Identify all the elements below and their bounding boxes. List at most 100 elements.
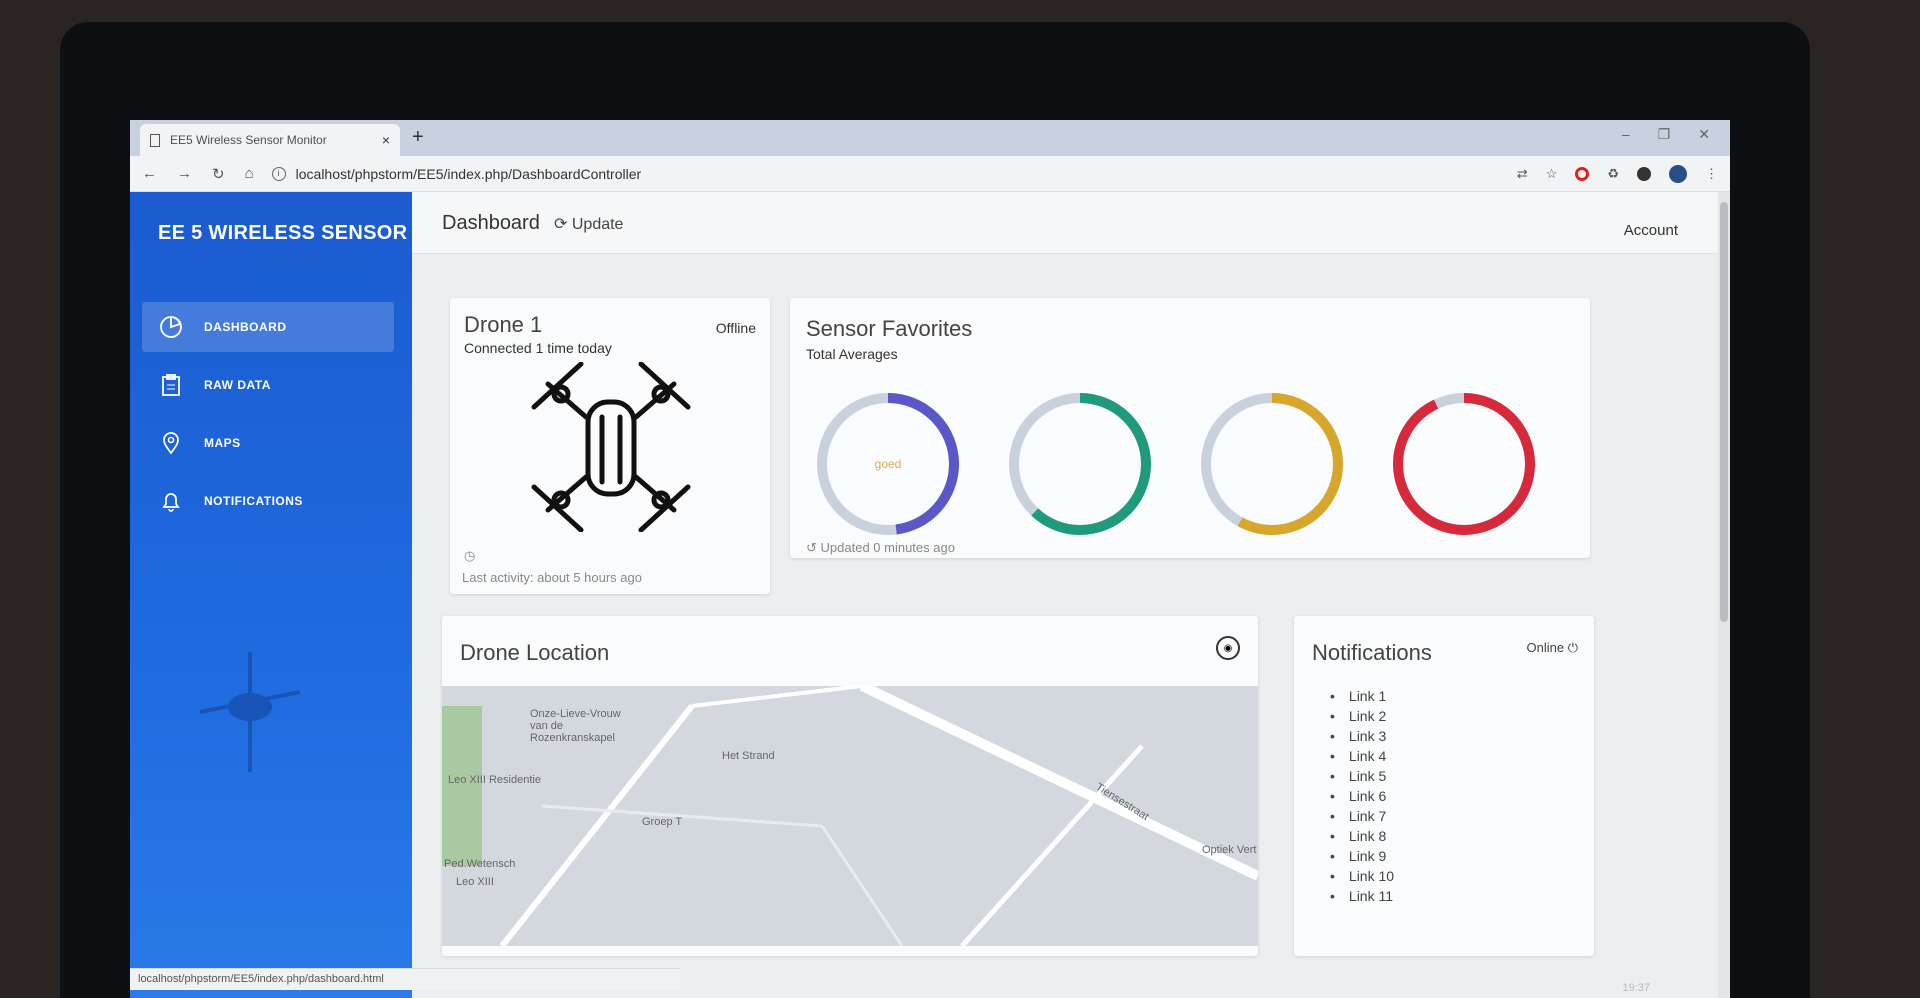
- new-tab-button[interactable]: +: [412, 126, 424, 149]
- ring-center-label: goed: [875, 457, 902, 471]
- notification-link[interactable]: Link 4: [1330, 746, 1394, 766]
- extensions-area: ⇄ ☆ ♻ ⋮: [1517, 164, 1718, 183]
- sidebar-item-dashboard[interactable]: DASHBOARD: [142, 302, 394, 352]
- power-icon: ⏻: [1567, 640, 1578, 655]
- map-view[interactable]: Onze-Lieve-Vrouw van de Rozenkranskapel …: [442, 686, 1258, 946]
- sidebar-item-label: RAW DATA: [204, 378, 271, 392]
- page-title: Dashboard: [442, 212, 540, 234]
- notification-link[interactable]: Link 3: [1330, 726, 1394, 746]
- sensor-ring-1: goed: [817, 393, 959, 535]
- scrollbar-thumb[interactable]: [1720, 202, 1728, 622]
- restore-icon[interactable]: ❐: [1658, 126, 1671, 143]
- sidebar-item-label: DASHBOARD: [204, 320, 287, 334]
- window-controls: – ❐ ✕: [1622, 126, 1710, 143]
- opera-icon[interactable]: [1575, 166, 1590, 181]
- refresh-icon: ⟳: [554, 216, 568, 233]
- drone-title: Drone 1: [464, 312, 543, 337]
- sidebar-item-raw-data[interactable]: RAW DATA: [142, 360, 394, 410]
- extension-icon[interactable]: [1637, 166, 1651, 181]
- notification-link[interactable]: Link 1: [1330, 686, 1394, 706]
- browser-toolbar: ← → ↻ ⌂ i localhost/phpstorm/EE5/index.p…: [130, 156, 1730, 192]
- location-title: Drone Location: [460, 640, 610, 665]
- document-icon: [150, 133, 160, 147]
- close-tab-icon[interactable]: ×: [382, 132, 390, 148]
- notification-link[interactable]: Link 5: [1330, 766, 1394, 786]
- sensor-ring-4: [1393, 393, 1535, 535]
- profile-avatar[interactable]: [1669, 164, 1687, 183]
- menu-kebab-icon[interactable]: ⋮: [1705, 166, 1718, 182]
- online-status: Online ⏻: [1527, 640, 1579, 656]
- map-label: Het Strand: [722, 750, 775, 762]
- info-icon[interactable]: i: [271, 166, 286, 181]
- dashboard-icon: [158, 314, 184, 340]
- drone-connected-text: Connected 1 time today: [464, 340, 612, 356]
- taskbar-clock: 19:37: [1622, 982, 1650, 994]
- notifications-title: Notifications: [1312, 640, 1432, 665]
- sensor-favorites-card: Sensor Favorites Total Averages goed ↺ U…: [790, 298, 1590, 558]
- drone-location-card: Drone Location ◉ Onze-Lieve-Vrouw van de…: [442, 616, 1258, 956]
- sidebar-menu: DASHBOARD RAW DATA MAPS NOTIFICATIONS: [142, 302, 394, 534]
- update-label: Update: [571, 216, 624, 233]
- notification-links: Link 1 Link 2 Link 3 Link 4 Link 5 Link …: [1330, 686, 1394, 906]
- sidebar-item-label: MAPS: [204, 436, 241, 450]
- browser-tab[interactable]: EE5 Wireless Sensor Monitor ×: [140, 124, 400, 156]
- drone-card: Drone 1 Offline Connected 1 time today ◷…: [450, 298, 770, 594]
- url-text: localhost/phpstorm/EE5/index.php/Dashboa…: [295, 165, 642, 182]
- updated-text: ↺ Updated 0 minutes ago: [806, 540, 955, 556]
- map-label: Leo XIII Residentie: [448, 774, 541, 786]
- sidebar-item-notifications[interactable]: NOTIFICATIONS: [142, 476, 394, 526]
- forward-icon[interactable]: →: [177, 165, 192, 183]
- map-label: Groep T: [642, 816, 683, 828]
- sensor-title: Sensor Favorites: [806, 316, 973, 341]
- map-label: Onze-Lieve-Vrouw van de Rozenkranskapel: [530, 708, 621, 744]
- notification-link[interactable]: Link 6: [1330, 786, 1394, 806]
- map-label: Ped.Wetensch: [444, 858, 516, 870]
- notification-link[interactable]: Link 7: [1330, 806, 1394, 826]
- sidebar: EE 5 WIRELESS SENSOR DASHBOARD RAW DATA …: [130, 192, 412, 998]
- online-label: Online: [1526, 640, 1565, 655]
- update-button[interactable]: ⟳ Update: [554, 214, 623, 234]
- notification-link[interactable]: Link 9: [1330, 846, 1394, 866]
- status-bar-url: localhost/phpstorm/EE5/index.php/dashboa…: [130, 968, 680, 990]
- home-icon[interactable]: ⌂: [245, 165, 254, 183]
- drone-silhouette-icon: [199, 652, 301, 772]
- map-pin-icon: [158, 430, 184, 456]
- map-label: Leo XIII: [456, 876, 494, 888]
- history-icon: ↺: [806, 540, 817, 555]
- sensor-ring-2: [1009, 393, 1151, 535]
- clock-icon: ◷: [464, 548, 476, 563]
- top-bar: Dashboard ⟳ Update Account: [412, 192, 1718, 254]
- drone-icon: [531, 362, 691, 532]
- account-link[interactable]: Account: [1624, 222, 1678, 239]
- sensor-subtitle: Total Averages: [806, 346, 898, 362]
- updated-label: Updated 0 minutes ago: [820, 540, 955, 555]
- sidebar-item-maps[interactable]: MAPS: [142, 418, 394, 468]
- back-icon[interactable]: ←: [142, 165, 157, 183]
- tab-title: EE5 Wireless Sensor Monitor: [170, 133, 327, 147]
- last-activity-text: Last activity: about 5 hours ago: [462, 570, 642, 585]
- page-scrollbar[interactable]: [1718, 192, 1730, 998]
- sensor-ring-3: [1201, 393, 1343, 535]
- star-icon[interactable]: ☆: [1546, 166, 1558, 182]
- recycle-icon[interactable]: ♻: [1607, 166, 1619, 182]
- sidebar-item-label: NOTIFICATIONS: [204, 494, 303, 508]
- notification-link[interactable]: Link 10: [1330, 866, 1394, 886]
- translate-icon[interactable]: ⇄: [1517, 166, 1528, 182]
- bell-icon: [158, 488, 184, 514]
- brand-title: EE 5 WIRELESS SENSOR: [158, 222, 408, 244]
- notification-link[interactable]: Link 11: [1330, 886, 1394, 906]
- drone-status: Offline: [715, 320, 756, 336]
- map-label: Optiek Vert: [1202, 844, 1257, 856]
- notifications-card: Notifications Online ⏻ Link 1 Link 2 Lin…: [1294, 616, 1594, 956]
- close-window-icon[interactable]: ✕: [1698, 126, 1710, 143]
- reload-icon[interactable]: ↻: [212, 165, 225, 183]
- minimize-icon[interactable]: –: [1622, 126, 1630, 143]
- clipboard-icon: [158, 372, 184, 398]
- browser-window: EE5 Wireless Sensor Monitor × + – ❐ ✕ ← …: [130, 120, 1730, 998]
- ring-value-arc: [1393, 393, 1535, 535]
- notification-link[interactable]: Link 8: [1330, 826, 1394, 846]
- notification-link[interactable]: Link 2: [1330, 706, 1394, 726]
- nav-buttons: ← → ↻ ⌂: [142, 165, 254, 183]
- address-bar[interactable]: i localhost/phpstorm/EE5/index.php/Dashb…: [271, 161, 1517, 187]
- locate-icon[interactable]: ◉: [1216, 636, 1240, 660]
